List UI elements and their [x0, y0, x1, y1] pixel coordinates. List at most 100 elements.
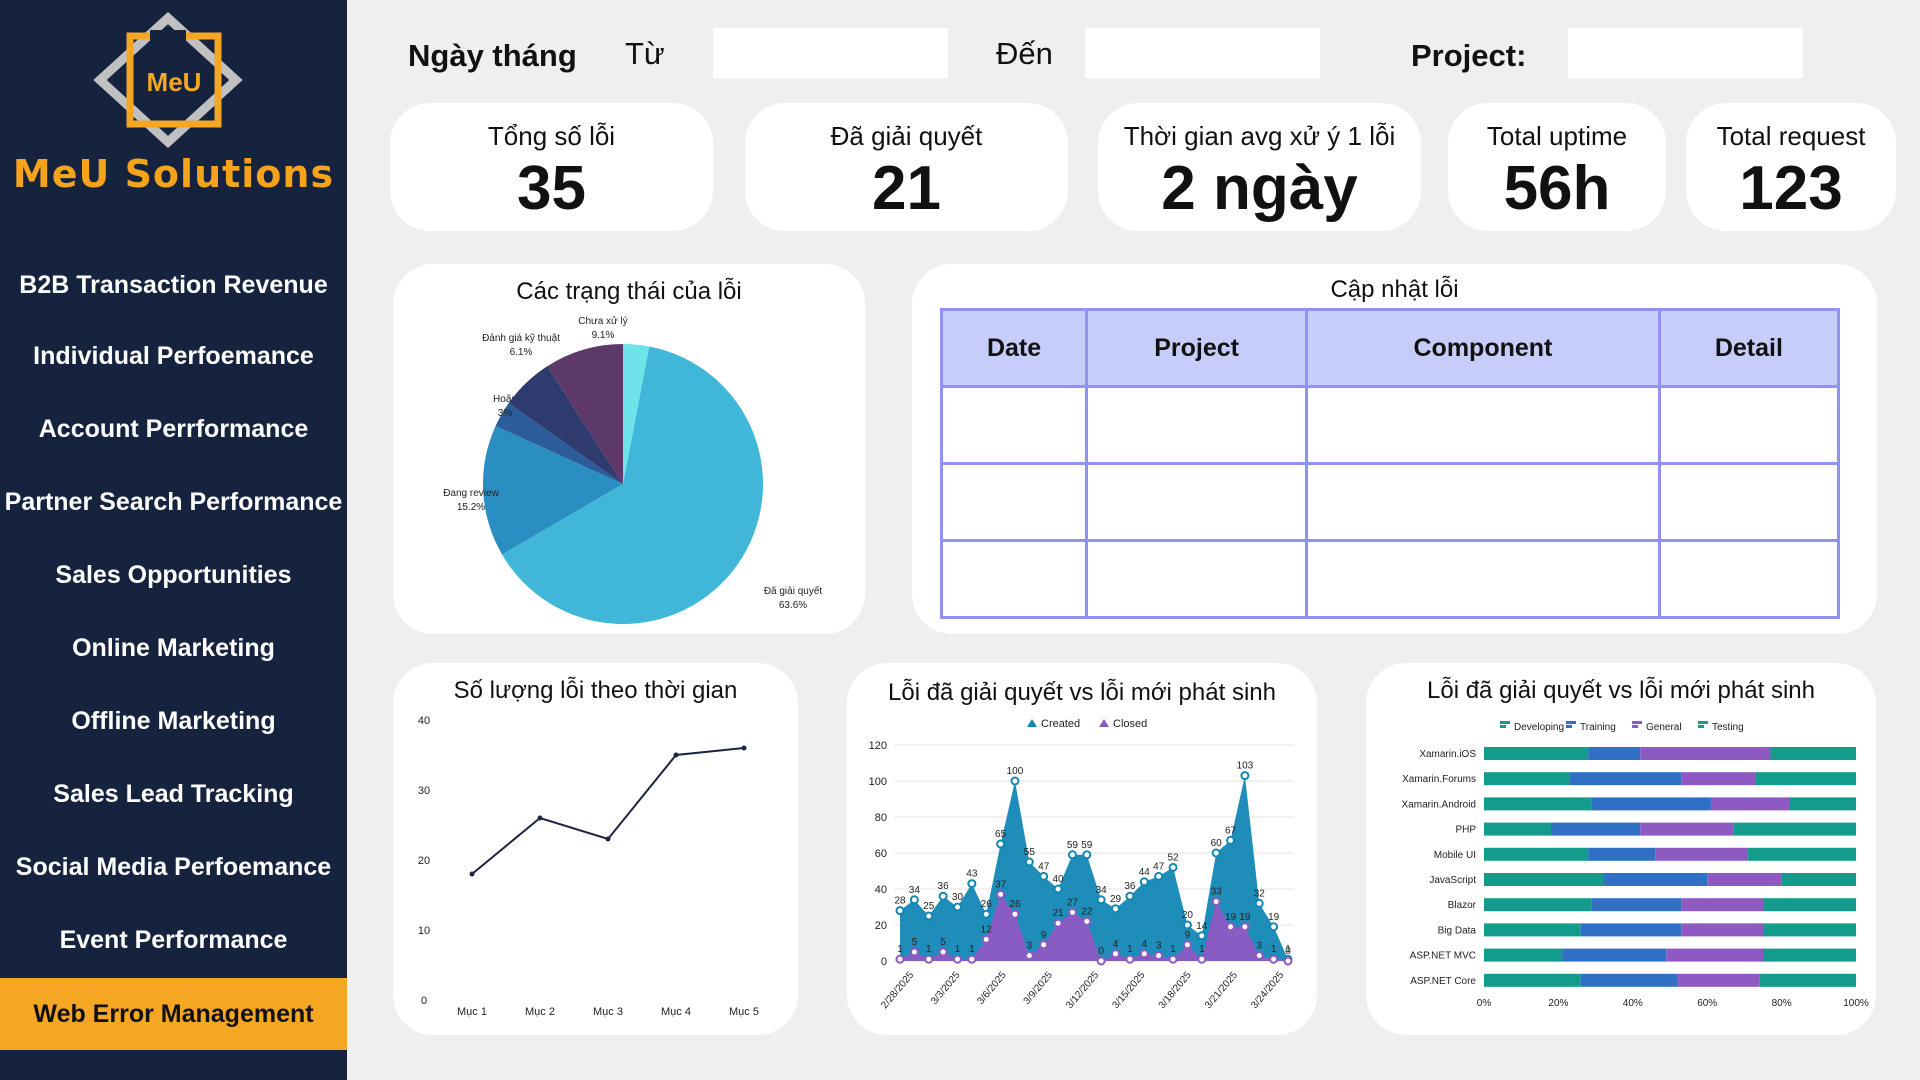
bar-segment [1681, 898, 1763, 912]
column-header-detail[interactable]: Detail [1657, 308, 1841, 388]
legend-label: Closed [1113, 718, 1147, 730]
pie-percent: 15.2% [457, 502, 485, 513]
y-tick-label: 0 [881, 956, 887, 968]
table-cell [939, 462, 1089, 542]
x-tick-label: 80% [1772, 998, 1792, 1009]
area-point [1139, 877, 1149, 887]
sidebar-item-partner-search-performance[interactable]: Partner Search Performance [0, 488, 347, 517]
bar-segment [1484, 797, 1592, 811]
bar-segment [1484, 822, 1551, 836]
project-input[interactable] [1568, 28, 1803, 78]
bar-segment [1763, 898, 1856, 912]
bar-segment [1484, 948, 1563, 962]
area-point [1211, 897, 1221, 907]
sidebar-item-offline-marketing[interactable]: Offline Marketing [0, 707, 347, 736]
bar-segment [1707, 873, 1782, 886]
data-label: 30 [952, 892, 964, 903]
bar-segment [1710, 797, 1790, 811]
table-cell [1085, 385, 1309, 465]
sidebar-item-event-performance[interactable]: Event Performance [0, 926, 347, 955]
legend-swatch [1027, 719, 1037, 727]
data-label: 55 [1024, 847, 1036, 858]
kpi-label: Tổng số lỗi [487, 121, 616, 151]
data-label: 52 [1167, 852, 1179, 863]
sidebar-item-b2b-transaction-revenue[interactable]: B2B Transaction Revenue [0, 271, 347, 300]
category-label: JavaScript [1429, 875, 1476, 886]
bar-segment [1484, 772, 1570, 786]
area-point [1168, 862, 1178, 872]
column-header-date[interactable]: Date [939, 308, 1089, 388]
kpi-value: 35 [517, 154, 586, 223]
x-tick-label: Mục 1 [457, 1006, 487, 1018]
error-update-card: Cập nhật lỗi Date Project Component Deta… [912, 264, 1877, 634]
bar-segment [1681, 923, 1763, 937]
x-tick-label: 3/6/2025 [975, 970, 1009, 1007]
sidebar-item-account-perrformance[interactable]: Account Perrformance [0, 415, 347, 444]
sidebar-item-individual-perfoemance[interactable]: Individual Perfoemance [0, 342, 347, 371]
from-date-input[interactable] [713, 28, 948, 78]
sidebar-item-sales-lead-tracking[interactable]: Sales Lead Tracking [0, 780, 347, 809]
x-tick-label: 20% [1548, 998, 1568, 1009]
y-tick-label: 60 [875, 848, 887, 860]
errors-over-time-chart: 0 10 20 30 40 Mục 1 Mục 2 Mục 3 Mục 4 Mục 5 [418, 715, 759, 1018]
area-point [909, 947, 919, 957]
line-point [537, 815, 543, 821]
y-tick-label: 80 [875, 812, 887, 824]
to-date-input[interactable] [1085, 28, 1320, 78]
sidebar-item-online-marketing[interactable]: Online Marketing [0, 634, 347, 663]
area-point [1269, 922, 1279, 932]
bar-segment [1484, 873, 1604, 886]
legend-swatch [1632, 725, 1638, 728]
y-tick-label: 0 [421, 995, 427, 1007]
data-label: 3 [1156, 941, 1162, 952]
table-cell [1657, 539, 1841, 619]
area-point [981, 934, 991, 944]
area-point [938, 947, 948, 957]
table-cell [939, 385, 1089, 465]
y-tick-label: 20 [875, 920, 887, 932]
data-label: 27 [1067, 897, 1079, 908]
data-label: 0 [1098, 946, 1104, 957]
area-point [1010, 776, 1020, 786]
legend-swatch [1566, 721, 1576, 724]
legend-label: General [1646, 722, 1682, 733]
area-point [1096, 956, 1106, 966]
table-row[interactable] [939, 462, 1841, 542]
sidebar-item-web-error-management[interactable]: Web Error Management [0, 978, 347, 1050]
area-point [1226, 835, 1236, 845]
column-header-component[interactable]: Component [1305, 308, 1661, 388]
y-tick-label: 40 [418, 715, 430, 727]
data-label: 1 [1271, 944, 1277, 955]
column-header-project[interactable]: Project [1085, 308, 1309, 388]
sidebar-item-social-media-perfoemance[interactable]: Social Media Perfoemance [0, 853, 347, 882]
bar-segment [1748, 847, 1856, 861]
area-point [1197, 954, 1207, 964]
bar-segment [1789, 797, 1856, 811]
kpi-avg-time: Thời gian avg xử ý 1 lỗi 2 ngày [1098, 103, 1421, 231]
pie-chart-card: Các trạng thái của lỗi Đã giải quyết 63.6… [393, 264, 865, 634]
sidebar: MeU MeU Solutions B2B Transaction Revenu… [0, 0, 347, 1080]
legend-swatch [1698, 725, 1704, 728]
sidebar-item-sales-opportunities[interactable]: Sales Opportunities [0, 561, 347, 590]
table-row[interactable] [939, 539, 1841, 619]
x-tick-label: 3/3/2025 [929, 970, 963, 1007]
area-point [1096, 895, 1106, 905]
data-label: 40 [1053, 874, 1065, 885]
y-tick-label: 10 [418, 925, 430, 937]
area-point [1010, 909, 1020, 919]
data-label: 1 [955, 944, 961, 955]
data-label: 1 [897, 944, 903, 955]
table-cell [939, 539, 1089, 619]
kpi-total-errors: Tổng số lỗi 35 [390, 103, 713, 231]
area-point [1182, 920, 1192, 930]
area-point [952, 954, 962, 964]
data-label: 36 [938, 881, 950, 892]
legend-label: Testing [1712, 722, 1744, 733]
line-point [469, 871, 475, 877]
x-tick-label: 3/9/2025 [1022, 970, 1056, 1007]
area-point [1240, 922, 1250, 932]
data-label: 26 [1009, 899, 1021, 910]
legend-swatch [1566, 725, 1572, 728]
table-row[interactable] [939, 385, 1841, 465]
data-label: 9 [1185, 930, 1191, 941]
